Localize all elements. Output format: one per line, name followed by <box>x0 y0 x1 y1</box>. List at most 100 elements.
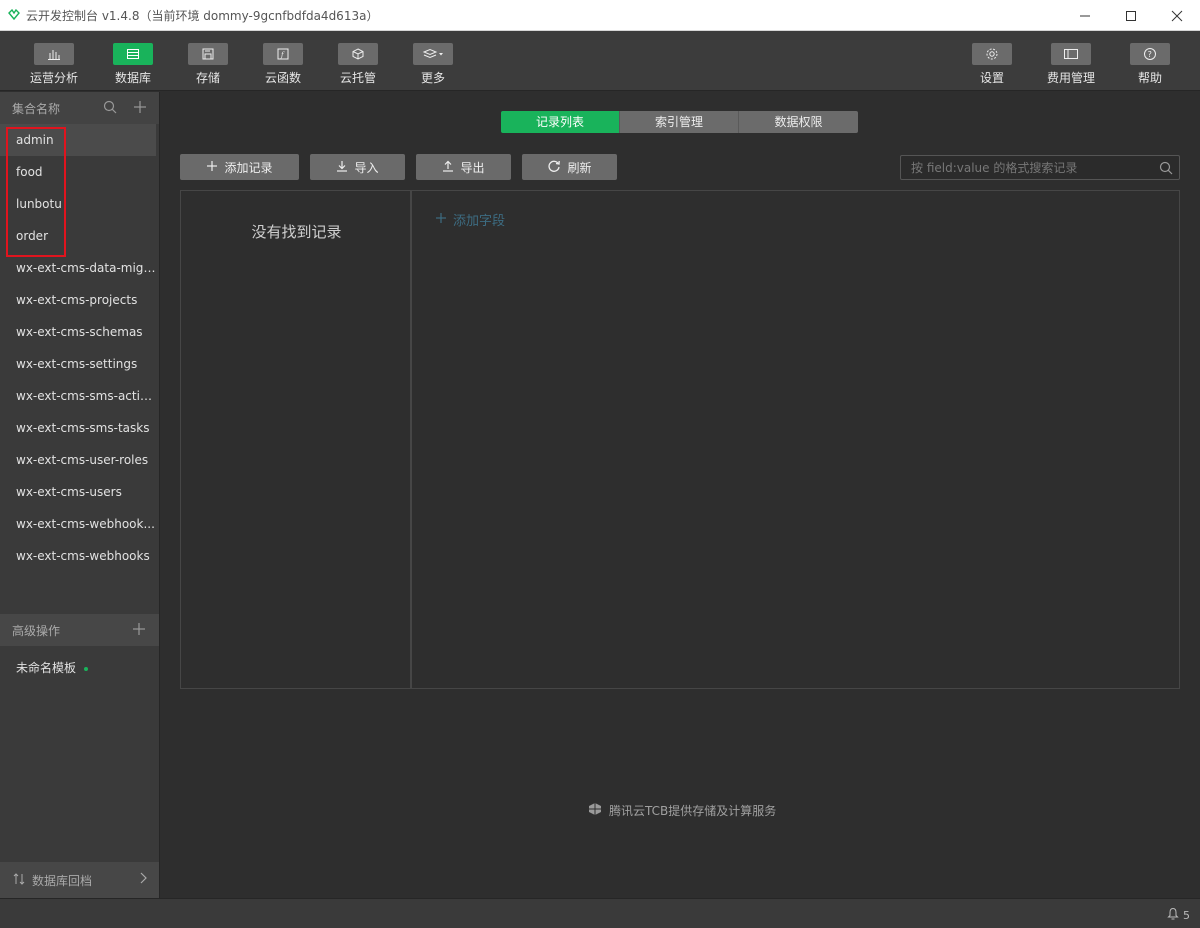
plus-icon <box>435 212 447 228</box>
tab-indexes[interactable]: 索引管理 <box>620 111 739 133</box>
toolbar-analytics[interactable]: 运营分析 <box>18 43 90 86</box>
toolbar-help[interactable]: ? 帮助 <box>1114 43 1186 86</box>
window-title: 云开发控制台 v1.4.8（当前环境 dommy-9gcnfbdfda4d613… <box>26 8 379 23</box>
cube-icon <box>338 43 378 65</box>
main-content: 记录列表 索引管理 数据权限 添加记录 导入 导出 刷新 没有找到记录 <box>161 92 1200 898</box>
collection-item[interactable]: admin <box>0 124 156 156</box>
advanced-header-label: 高级操作 <box>12 623 61 638</box>
main-toolbar: 运营分析 数据库 存储 f 云函数 云托管 更多 设置 费用管理 ? 帮助 <box>0 31 1200 91</box>
collections-header-label: 集合名称 <box>12 101 61 116</box>
help-icon: ? <box>1130 43 1170 65</box>
collection-item[interactable]: wx-ext-cms-webhooks <box>0 540 156 572</box>
collection-item[interactable]: wx-ext-cms-users <box>0 476 156 508</box>
toolbar-storage[interactable]: 存储 <box>172 43 244 86</box>
record-search[interactable] <box>900 155 1180 180</box>
records-list-pane: 没有找到记录 <box>181 191 412 688</box>
refresh-icon <box>547 159 561 176</box>
database-rollback-label: 数据库回档 <box>32 873 93 888</box>
close-icon[interactable] <box>1154 0 1200 31</box>
export-button[interactable]: 导出 <box>416 154 511 180</box>
toolbar-label: 费用管理 <box>1046 71 1095 85</box>
toolbar-label: 帮助 <box>1137 71 1162 85</box>
empty-state-text: 没有找到记录 <box>251 223 342 241</box>
toolbar-label: 运营分析 <box>29 71 78 85</box>
collection-item[interactable]: wx-ext-cms-user-roles <box>0 444 156 476</box>
collection-item[interactable]: food <box>0 156 156 188</box>
toolbar-label: 云函数 <box>264 71 301 85</box>
bar-chart-icon <box>34 43 74 65</box>
title-bar: 云开发控制台 v1.4.8（当前环境 dommy-9gcnfbdfda4d613… <box>0 0 1200 31</box>
add-record-label: 添加记录 <box>224 160 273 175</box>
add-collection-icon[interactable] <box>133 100 147 117</box>
refresh-button[interactable]: 刷新 <box>522 154 617 180</box>
billing-icon <box>1051 43 1091 65</box>
toolbar-label: 设置 <box>979 71 1004 85</box>
template-item-label: 未命名模板 <box>16 661 77 675</box>
notifications[interactable]: 5 <box>1167 907 1190 923</box>
svg-text:f: f <box>280 51 285 59</box>
save-icon <box>188 43 228 65</box>
collections-sidebar: 集合名称 admin food lunbotu order wx-ext-cms-dat… <box>0 92 160 898</box>
collection-item[interactable]: wx-ext-cms-settings <box>0 348 156 380</box>
maximize-icon[interactable] <box>1108 0 1154 31</box>
bell-icon <box>1167 907 1179 923</box>
toolbar-more[interactable]: 更多 <box>397 43 469 86</box>
collection-item[interactable]: lunbotu <box>0 188 156 220</box>
export-label: 导出 <box>460 160 485 175</box>
search-icon[interactable] <box>1159 161 1173 178</box>
add-field-label: 添加字段 <box>453 214 506 229</box>
sort-icon <box>12 872 26 888</box>
function-icon: f <box>263 43 303 65</box>
toolbar-billing[interactable]: 费用管理 <box>1035 43 1107 86</box>
chevron-right-icon <box>139 872 147 887</box>
collection-item[interactable]: wx-ext-cms-webhook... <box>0 508 156 540</box>
database-icon <box>113 43 153 65</box>
collection-item[interactable]: wx-ext-cms-projects <box>0 284 156 316</box>
provider-note: 腾讯云TCB提供存储及计算服务 <box>587 801 776 820</box>
template-item[interactable]: 未命名模板 <box>0 652 89 684</box>
tab-permissions[interactable]: 数据权限 <box>739 111 858 133</box>
refresh-label: 刷新 <box>567 160 592 175</box>
database-rollback[interactable]: 数据库回档 <box>0 862 159 898</box>
advanced-header: 高级操作 <box>0 614 159 646</box>
download-icon <box>336 160 348 175</box>
toolbar-database[interactable]: 数据库 <box>97 43 169 86</box>
toolbar-label: 云托管 <box>339 71 376 85</box>
upload-icon <box>442 160 454 175</box>
app-logo-icon <box>8 9 20 21</box>
gear-icon <box>972 43 1012 65</box>
records-panel: 没有找到记录 添加字段 <box>180 190 1180 689</box>
collections-header: 集合名称 <box>0 92 159 124</box>
collection-item[interactable]: wx-ext-cms-sms-tasks <box>0 412 156 444</box>
collection-item[interactable]: wx-ext-cms-data-migr... <box>0 252 156 284</box>
toolbar-settings[interactable]: 设置 <box>956 43 1028 86</box>
toolbar-cloud-hosting[interactable]: 云托管 <box>322 43 394 86</box>
plus-icon <box>206 160 218 175</box>
collection-item[interactable]: order <box>0 220 156 252</box>
toolbar-label: 数据库 <box>114 71 151 85</box>
add-record-button[interactable]: 添加记录 <box>180 154 299 180</box>
collection-item[interactable]: wx-ext-cms-schemas <box>0 316 156 348</box>
record-actions: 添加记录 导入 导出 刷新 <box>180 154 617 180</box>
status-bar: 5 <box>0 898 1200 928</box>
toolbar-label: 存储 <box>195 71 220 85</box>
notification-count: 5 <box>1183 908 1190 922</box>
add-field-link[interactable]: 添加字段 <box>435 210 505 229</box>
toolbar-functions[interactable]: f 云函数 <box>247 43 319 86</box>
import-button[interactable]: 导入 <box>310 154 405 180</box>
search-icon[interactable] <box>103 100 117 117</box>
toolbar-label: 更多 <box>420 71 445 85</box>
import-label: 导入 <box>354 160 379 175</box>
tencent-cloud-logo-icon <box>587 801 603 820</box>
svg-text:?: ? <box>1148 50 1152 59</box>
minimize-icon[interactable] <box>1062 0 1108 31</box>
record-tabs: 记录列表 索引管理 数据权限 <box>501 111 858 133</box>
provider-note-text: 腾讯云TCB提供存储及计算服务 <box>609 804 777 818</box>
status-dot-icon <box>84 666 89 671</box>
add-template-icon[interactable] <box>132 622 146 639</box>
collection-item[interactable]: wx-ext-cms-sms-activi... <box>0 380 156 412</box>
layers-icon <box>413 43 453 65</box>
collection-list: admin food lunbotu order wx-ext-cms-data-mig… <box>0 124 159 572</box>
search-input[interactable] <box>911 160 1151 175</box>
tab-records[interactable]: 记录列表 <box>501 111 620 133</box>
